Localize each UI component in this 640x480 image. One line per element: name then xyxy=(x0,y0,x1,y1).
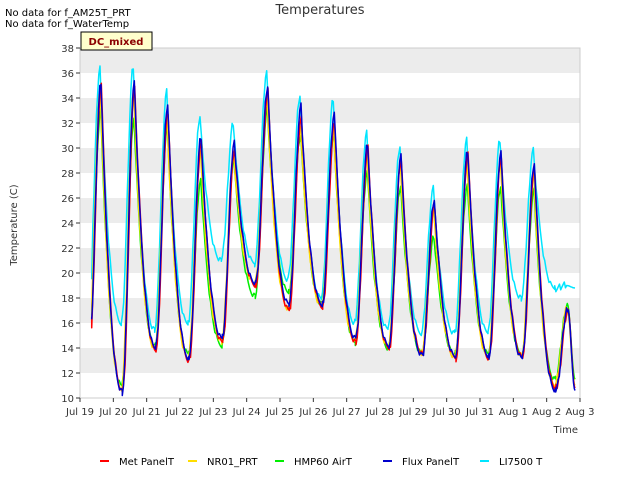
grid-band xyxy=(80,48,580,73)
y-tick-label: 36 xyxy=(61,69,74,80)
y-tick-label: 24 xyxy=(61,219,74,230)
y-axis-ticks: 10 12 14 16 18 20 22 24 26 28 30 32 34 36 38 xyxy=(61,44,80,405)
x-tick-label: Aug 2 xyxy=(532,407,561,418)
x-tick-label: Jul 31 xyxy=(465,407,494,418)
y-tick-label: 28 xyxy=(61,169,74,180)
grid-band xyxy=(80,98,580,123)
grid-band xyxy=(80,298,580,323)
y-tick-label: 10 xyxy=(61,394,74,405)
y-tick-label: 34 xyxy=(61,94,74,105)
y-tick-label: 30 xyxy=(61,144,74,155)
x-axis-label: Time xyxy=(553,425,578,436)
x-tick-label: Jul 26 xyxy=(298,407,327,418)
x-tick-label: Jul 28 xyxy=(365,407,394,418)
legend-label: HMP60 AirT xyxy=(294,457,353,468)
legend: Met PanelT NR01_PRT HMP60 AirT Flux PanelT L… xyxy=(100,457,543,468)
y-tick-label: 18 xyxy=(61,294,74,305)
legend-label: Flux PanelT xyxy=(402,457,460,468)
x-tick-label: Aug 3 xyxy=(565,407,594,418)
x-tick-label: Jul 29 xyxy=(398,407,427,418)
y-tick-label: 12 xyxy=(61,369,74,380)
x-tick-label: Jul 27 xyxy=(332,407,361,418)
y-tick-label: 16 xyxy=(61,319,74,330)
grid-band xyxy=(80,348,580,373)
legend-label: Met PanelT xyxy=(119,457,175,468)
y-tick-label: 22 xyxy=(61,244,74,255)
legend-label: NR01_PRT xyxy=(207,457,258,468)
badge-label: DC_mixed xyxy=(89,37,144,48)
x-tick-label: Jul 24 xyxy=(232,407,261,418)
x-tick-label: Jul 23 xyxy=(198,407,227,418)
y-tick-label: 38 xyxy=(61,44,74,55)
y-tick-label: 32 xyxy=(61,119,74,130)
y-tick-label: 14 xyxy=(61,344,74,355)
legend-label: LI7500 T xyxy=(499,457,543,468)
dc-mixed-badge: DC_mixed xyxy=(80,31,153,51)
x-axis-ticks: Jul 19 Jul 20 Jul 21 Jul 22 Jul 23 Jul 24 Jul … xyxy=(65,398,595,418)
x-tick-label: Aug 1 xyxy=(499,407,528,418)
temperature-chart: 101214161820222426283032343638 Jul 19 Jul… xyxy=(9,3,595,468)
x-tick-label: Jul 19 xyxy=(65,407,94,418)
y-axis-label: Temperature (C) xyxy=(9,184,20,266)
x-tick-label: Jul 20 xyxy=(98,407,127,418)
x-tick-label: Jul 30 xyxy=(432,407,461,418)
chart-title: Temperatures xyxy=(274,3,364,18)
y-tick-label: 26 xyxy=(61,194,74,205)
x-tick-label: Jul 22 xyxy=(165,407,194,418)
y-tick-label: 20 xyxy=(61,269,74,280)
x-tick-label: Jul 25 xyxy=(265,407,294,418)
x-tick-label: Jul 21 xyxy=(132,407,161,418)
